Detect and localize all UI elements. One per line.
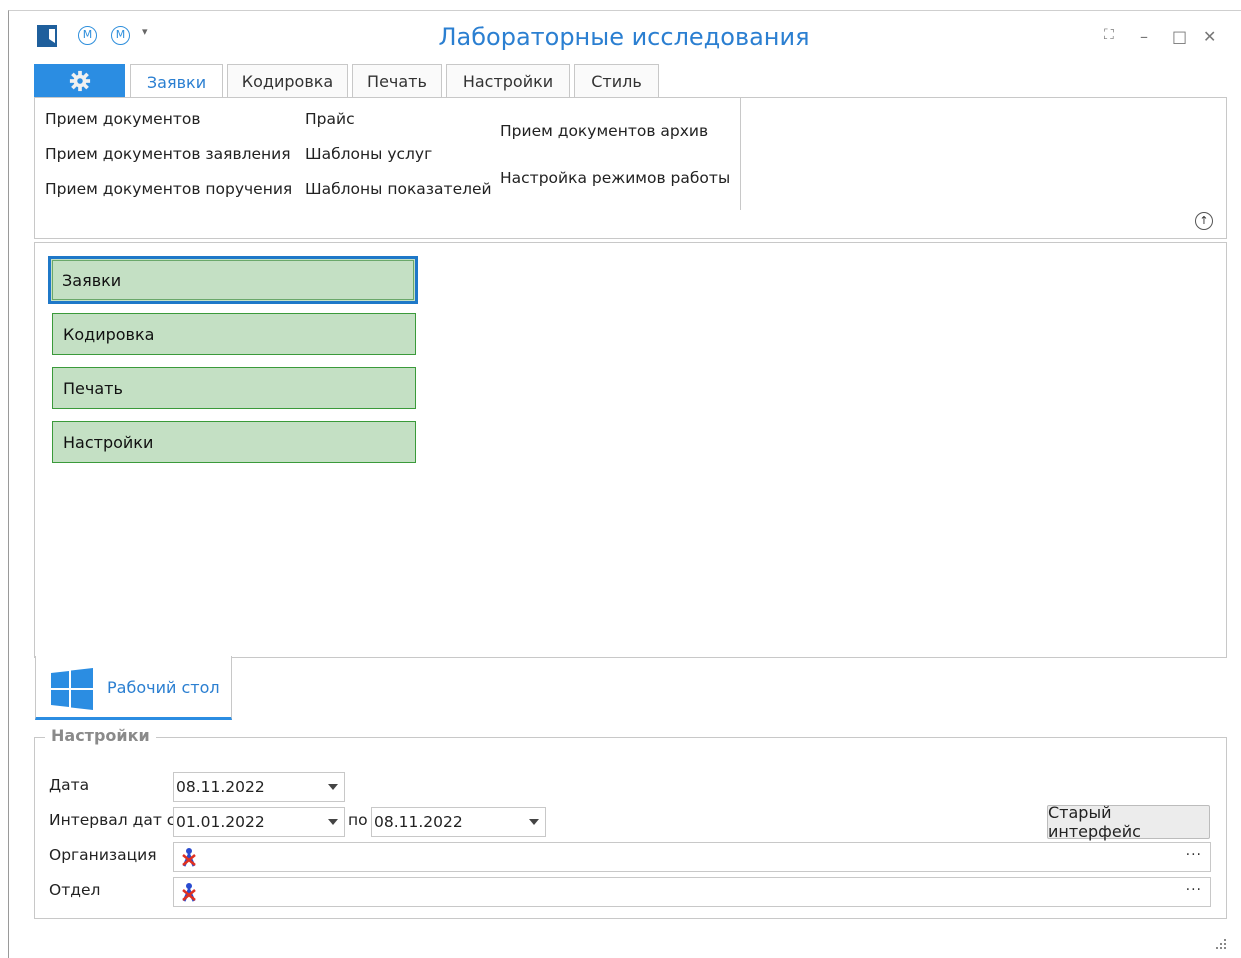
interval-to-value: 08.11.2022 — [374, 813, 463, 831]
windows-logo-icon — [51, 668, 93, 710]
organization-ellipsis-button[interactable]: ··· — [1186, 847, 1202, 863]
ribbon-shablony-pokazatelei[interactable]: Шаблоны показателей — [305, 180, 492, 198]
clear-person-icon[interactable] — [180, 882, 198, 902]
menu-button-nastroiki[interactable]: Настройки — [52, 421, 416, 463]
tab-nastroiki[interactable]: Настройки — [446, 64, 570, 98]
ribbon-collapse-icon[interactable]: ↑ — [1195, 212, 1213, 230]
chevron-down-icon[interactable] — [328, 819, 338, 825]
tab-pechat[interactable]: Печать — [352, 64, 442, 98]
app-window: М М ▾ Лабораторные исследования ⛶ – □ ✕ — [8, 10, 1241, 958]
interval-from-value: 01.01.2022 — [176, 813, 265, 831]
ribbon-priem-dokumentov[interactable]: Прием документов — [45, 110, 200, 128]
interval-from-field[interactable]: 01.01.2022 — [173, 807, 345, 837]
minimize-icon[interactable]: – — [1140, 27, 1148, 46]
window-title: Лабораторные исследования — [438, 23, 810, 51]
date-field[interactable]: 08.11.2022 — [173, 772, 345, 802]
ribbon-nastroika-rezhimov[interactable]: Настройка режимов работы — [500, 169, 730, 187]
date-value: 08.11.2022 — [176, 778, 265, 796]
file-menu-button[interactable] — [34, 64, 125, 98]
ribbon-separator — [740, 98, 741, 210]
gear-icon — [69, 70, 90, 92]
organization-label: Организация — [49, 846, 157, 864]
settings-group: Настройки Дата 08.11.2022 Интервал дат с… — [34, 726, 1227, 919]
interval-to-label: по — [348, 811, 368, 829]
organization-field[interactable]: ··· — [173, 842, 1211, 872]
old-interface-button[interactable]: Старый интерфейс — [1047, 803, 1210, 841]
ribbon-prais[interactable]: Прайс — [305, 110, 355, 128]
ribbon-priem-arhiv[interactable]: Прием документов архив — [500, 122, 708, 140]
title-bar: М М ▾ Лабораторные исследования ⛶ – □ ✕ — [9, 11, 1241, 63]
clear-person-icon[interactable] — [180, 847, 198, 867]
department-ellipsis-button[interactable]: ··· — [1186, 882, 1202, 898]
maximize-icon[interactable]: □ — [1172, 27, 1187, 46]
department-label: Отдел — [49, 881, 101, 899]
ribbon-priem-zayavleniya[interactable]: Прием документов заявления — [45, 145, 291, 163]
ribbon-priem-porucheniya[interactable]: Прием документов поручения — [45, 180, 292, 198]
resize-grip-icon[interactable] — [1215, 938, 1227, 950]
tab-kodirovka[interactable]: Кодировка — [227, 64, 348, 98]
desktop-content: Заявки Кодировка Печать Настройки — [34, 242, 1227, 658]
settings-group-title: Настройки — [45, 726, 156, 745]
chevron-down-icon[interactable] — [328, 784, 338, 790]
close-icon[interactable]: ✕ — [1203, 27, 1216, 46]
tab-zayavki[interactable]: Заявки — [130, 64, 223, 99]
menu-button-pechat[interactable]: Печать — [52, 367, 416, 409]
date-label: Дата — [49, 776, 90, 794]
fullscreen-icon[interactable]: ⛶ — [1104, 27, 1114, 43]
tab-rabochii-stol[interactable]: Рабочий стол — [35, 656, 232, 720]
menu-button-zayavki[interactable]: Заявки — [48, 256, 418, 304]
interval-label: Интервал дат с — [49, 811, 176, 829]
ribbon-panel: Прием документов Прием документов заявле… — [34, 97, 1227, 239]
ribbon-shablony-uslug[interactable]: Шаблоны услуг — [305, 145, 432, 163]
department-field[interactable]: ··· — [173, 877, 1211, 907]
menu-button-kodirovka[interactable]: Кодировка — [52, 313, 416, 355]
interval-to-field[interactable]: 08.11.2022 — [371, 807, 546, 837]
tab-rabochii-stol-label: Рабочий стол — [107, 678, 220, 697]
chevron-down-icon[interactable] — [529, 819, 539, 825]
tab-stil[interactable]: Стиль — [574, 64, 659, 98]
